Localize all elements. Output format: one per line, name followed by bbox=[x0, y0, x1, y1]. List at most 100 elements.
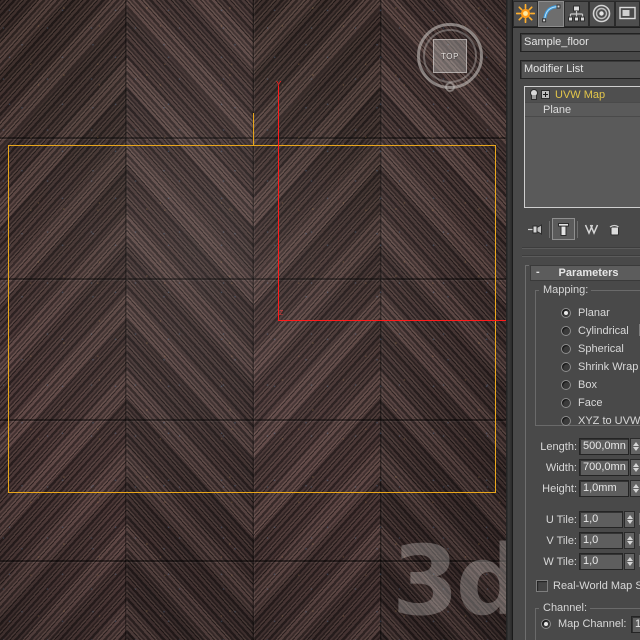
panel-divider-2 bbox=[522, 255, 640, 257]
radio-dot bbox=[561, 362, 571, 372]
radio-planar[interactable]: Planar bbox=[561, 307, 610, 319]
height-spinner[interactable] bbox=[630, 480, 640, 497]
map-channel-field[interactable]: 1 bbox=[631, 616, 640, 633]
radio-spherical[interactable]: Spherical bbox=[561, 343, 624, 355]
pin-stack-button[interactable] bbox=[524, 218, 547, 240]
v-tile-spinner[interactable] bbox=[624, 532, 635, 549]
rollout-header-parameters[interactable]: - Parameters bbox=[530, 265, 640, 281]
mapping-group-top-right bbox=[589, 290, 640, 291]
toolbar-divider bbox=[577, 220, 578, 238]
viewcube[interactable]: TOP bbox=[417, 23, 483, 92]
viewport-top[interactable]: Y Z TOP 3dsky bbox=[0, 0, 506, 640]
radio-label: Face bbox=[578, 397, 603, 409]
radio-dot bbox=[561, 308, 571, 318]
show-result-icon bbox=[558, 222, 569, 236]
tab-hierarchy[interactable] bbox=[563, 0, 590, 27]
stack-item-label: UVW Map bbox=[555, 88, 606, 101]
channel-group-top-right bbox=[587, 608, 640, 609]
expand-plus-icon[interactable] bbox=[541, 90, 550, 99]
width-spinner[interactable] bbox=[630, 459, 640, 476]
radio-dot bbox=[561, 326, 571, 336]
make-unique-icon bbox=[584, 224, 599, 235]
width-label: Width: bbox=[545, 462, 577, 474]
mapping-group-label: Mapping: bbox=[540, 285, 592, 296]
show-end-result-button[interactable] bbox=[552, 218, 575, 240]
w-tile-spinner[interactable] bbox=[624, 553, 635, 570]
viewcube-compass-knob[interactable] bbox=[445, 82, 455, 92]
modifier-stack-toolbar bbox=[524, 216, 640, 242]
wood-grain bbox=[253, 0, 380, 640]
modify-curve-icon bbox=[541, 4, 561, 23]
object-name-field[interactable]: Sample_floor bbox=[520, 33, 640, 52]
u-tile-spinner[interactable] bbox=[624, 511, 635, 528]
radio-box[interactable]: Box bbox=[561, 379, 597, 391]
lightbulb-icon[interactable] bbox=[528, 89, 538, 100]
real-world-map-size-checkbox[interactable] bbox=[536, 580, 548, 592]
real-world-map-size-label: Real-World Map Size bbox=[553, 580, 640, 592]
command-panel: Sample_floor Modifier List UVW Map Plane bbox=[506, 0, 640, 640]
v-tile-label: V Tile: bbox=[546, 535, 577, 547]
modifier-list-dropdown[interactable]: Modifier List bbox=[520, 60, 640, 79]
trash-icon bbox=[609, 224, 619, 235]
radio-dot bbox=[561, 398, 571, 408]
display-screen-icon bbox=[619, 6, 636, 20]
v-tile-field[interactable]: 1,0 bbox=[579, 532, 623, 549]
radio-label: Box bbox=[578, 379, 597, 391]
modifier-stack[interactable]: UVW Map Plane bbox=[524, 86, 640, 208]
tab-motion[interactable] bbox=[589, 0, 615, 27]
radio-xyz-to-uvw[interactable]: XYZ to UVW bbox=[561, 415, 640, 427]
w-tile-field[interactable]: 1,0 bbox=[579, 553, 623, 570]
motion-target-icon bbox=[593, 4, 611, 23]
radio-map-channel[interactable]: Map Channel: bbox=[541, 618, 627, 630]
length-spinner[interactable] bbox=[630, 438, 640, 455]
radio-dot bbox=[541, 619, 551, 629]
length-field[interactable]: 500,0mn bbox=[579, 438, 629, 455]
make-unique-button[interactable] bbox=[580, 218, 603, 240]
rollout-collapse-icon[interactable]: - bbox=[536, 267, 544, 278]
radio-dot bbox=[561, 344, 571, 354]
radio-label: Spherical bbox=[578, 343, 624, 355]
pin-icon bbox=[528, 223, 542, 235]
3dsmax-window: Y Z TOP 3dsky bbox=[0, 0, 640, 640]
viewcube-face-label[interactable]: TOP bbox=[433, 39, 467, 73]
wood-plank-column bbox=[126, 0, 253, 640]
tab-create[interactable] bbox=[513, 0, 539, 27]
u-tile-field[interactable]: 1,0 bbox=[579, 511, 623, 528]
radio-dot bbox=[561, 416, 571, 426]
tab-display[interactable] bbox=[614, 0, 640, 27]
panel-splitter[interactable] bbox=[506, 0, 513, 640]
radio-label: Map Channel: bbox=[558, 618, 627, 630]
wood-plank-column bbox=[379, 0, 506, 640]
wood-grain bbox=[379, 0, 506, 640]
tab-modify[interactable] bbox=[538, 0, 564, 27]
height-label: Height: bbox=[542, 483, 577, 495]
stack-item-label: Plane bbox=[543, 103, 572, 116]
u-tile-label: U Tile: bbox=[545, 514, 577, 526]
w-tile-label: W Tile: bbox=[543, 556, 577, 568]
wood-grain bbox=[0, 0, 127, 640]
stack-item-uvw-map[interactable]: UVW Map bbox=[525, 87, 640, 102]
wood-plank-column bbox=[253, 0, 380, 640]
radio-cylindrical[interactable]: Cylindrical bbox=[561, 325, 629, 337]
radio-label: Planar bbox=[578, 307, 610, 319]
wood-plank-column bbox=[0, 0, 127, 640]
length-label: Length: bbox=[540, 441, 577, 453]
stack-item-plane[interactable]: Plane bbox=[525, 102, 640, 117]
hierarchy-icon bbox=[568, 5, 586, 22]
width-field[interactable]: 700,0mn bbox=[579, 459, 629, 476]
remove-modifier-button[interactable] bbox=[603, 218, 626, 240]
rollout-title: Parameters bbox=[558, 267, 619, 279]
radio-dot bbox=[561, 380, 571, 390]
channel-group-top-left bbox=[535, 608, 539, 609]
wood-grain bbox=[126, 0, 253, 640]
radio-label: XYZ to UVW bbox=[578, 415, 640, 427]
radio-label: Cylindrical bbox=[578, 325, 629, 337]
channel-group-label: Channel: bbox=[540, 603, 591, 614]
radio-label: Shrink Wrap bbox=[578, 361, 639, 373]
mapping-group-top-left bbox=[535, 290, 539, 291]
panel-divider-1 bbox=[522, 247, 640, 249]
radio-face[interactable]: Face bbox=[561, 397, 602, 409]
height-field[interactable]: 1,0mm bbox=[579, 480, 629, 497]
command-panel-tabs bbox=[513, 0, 640, 28]
radio-shrink-wrap[interactable]: Shrink Wrap bbox=[561, 361, 638, 373]
